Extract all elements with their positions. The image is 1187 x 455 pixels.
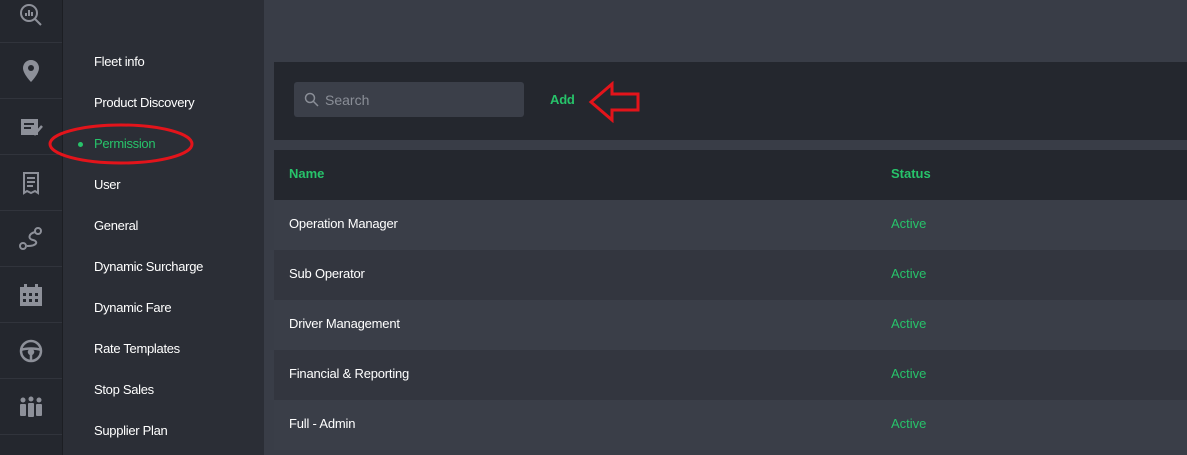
toolbar: Add [274,62,1187,140]
table-row[interactable]: Operation Manager Active [274,200,1187,250]
permissions-table: Name Status Operation Manager Active Sub… [274,150,1187,450]
row-name: Sub Operator [289,266,365,281]
row-name: Driver Management [289,316,400,331]
calendar-icon[interactable] [0,267,62,323]
add-button[interactable]: Add [550,92,575,107]
table-row[interactable]: Sub Operator Active [274,250,1187,300]
search-box[interactable] [294,82,524,117]
icon-rail [0,0,63,455]
submenu-item-dynamic-surcharge[interactable]: Dynamic Surcharge [94,257,203,277]
group-icon[interactable] [0,379,62,435]
row-status: Active [891,216,927,231]
submenu-item-user[interactable]: User [94,175,121,195]
column-header-status[interactable]: Status [891,166,931,181]
submenu-item-product-discovery[interactable]: Product Discovery [94,93,195,113]
row-name: Full - Admin [289,416,356,431]
table-header: Name Status [274,150,1187,200]
submenu-item-supplier-plan[interactable]: Supplier Plan [94,421,168,441]
location-pin-icon[interactable] [0,43,62,99]
row-status: Active [891,316,927,331]
steering-wheel-icon[interactable] [0,323,62,379]
search-icon [304,92,319,107]
settings-submenu: Fleet info Product Discovery Permission … [63,0,264,455]
active-indicator-dot [78,142,83,147]
table-row[interactable]: Driver Management Active [274,300,1187,350]
row-name: Financial & Reporting [289,366,410,381]
row-status: Active [891,416,927,431]
table-row[interactable]: Financial & Reporting Active [274,350,1187,400]
row-name: Operation Manager [289,216,398,231]
analytics-search-icon[interactable] [0,0,62,43]
search-input[interactable] [325,82,515,117]
submenu-item-rate-templates[interactable]: Rate Templates [94,339,180,359]
submenu-item-general[interactable]: General [94,216,138,236]
column-header-name[interactable]: Name [289,166,324,181]
route-icon[interactable] [0,211,62,267]
submenu-item-stop-sales[interactable]: Stop Sales [94,380,154,400]
submenu-item-permission[interactable]: Permission [94,134,156,154]
row-status: Active [891,266,927,281]
row-status: Active [891,366,927,381]
submenu-item-fleet-info[interactable]: Fleet info [94,52,145,72]
submenu-item-dynamic-fare[interactable]: Dynamic Fare [94,298,172,318]
checklist-icon[interactable] [0,99,62,155]
receipt-icon[interactable] [0,155,62,211]
annotation-arrow [588,81,640,123]
table-row[interactable]: Full - Admin Active [274,400,1187,450]
